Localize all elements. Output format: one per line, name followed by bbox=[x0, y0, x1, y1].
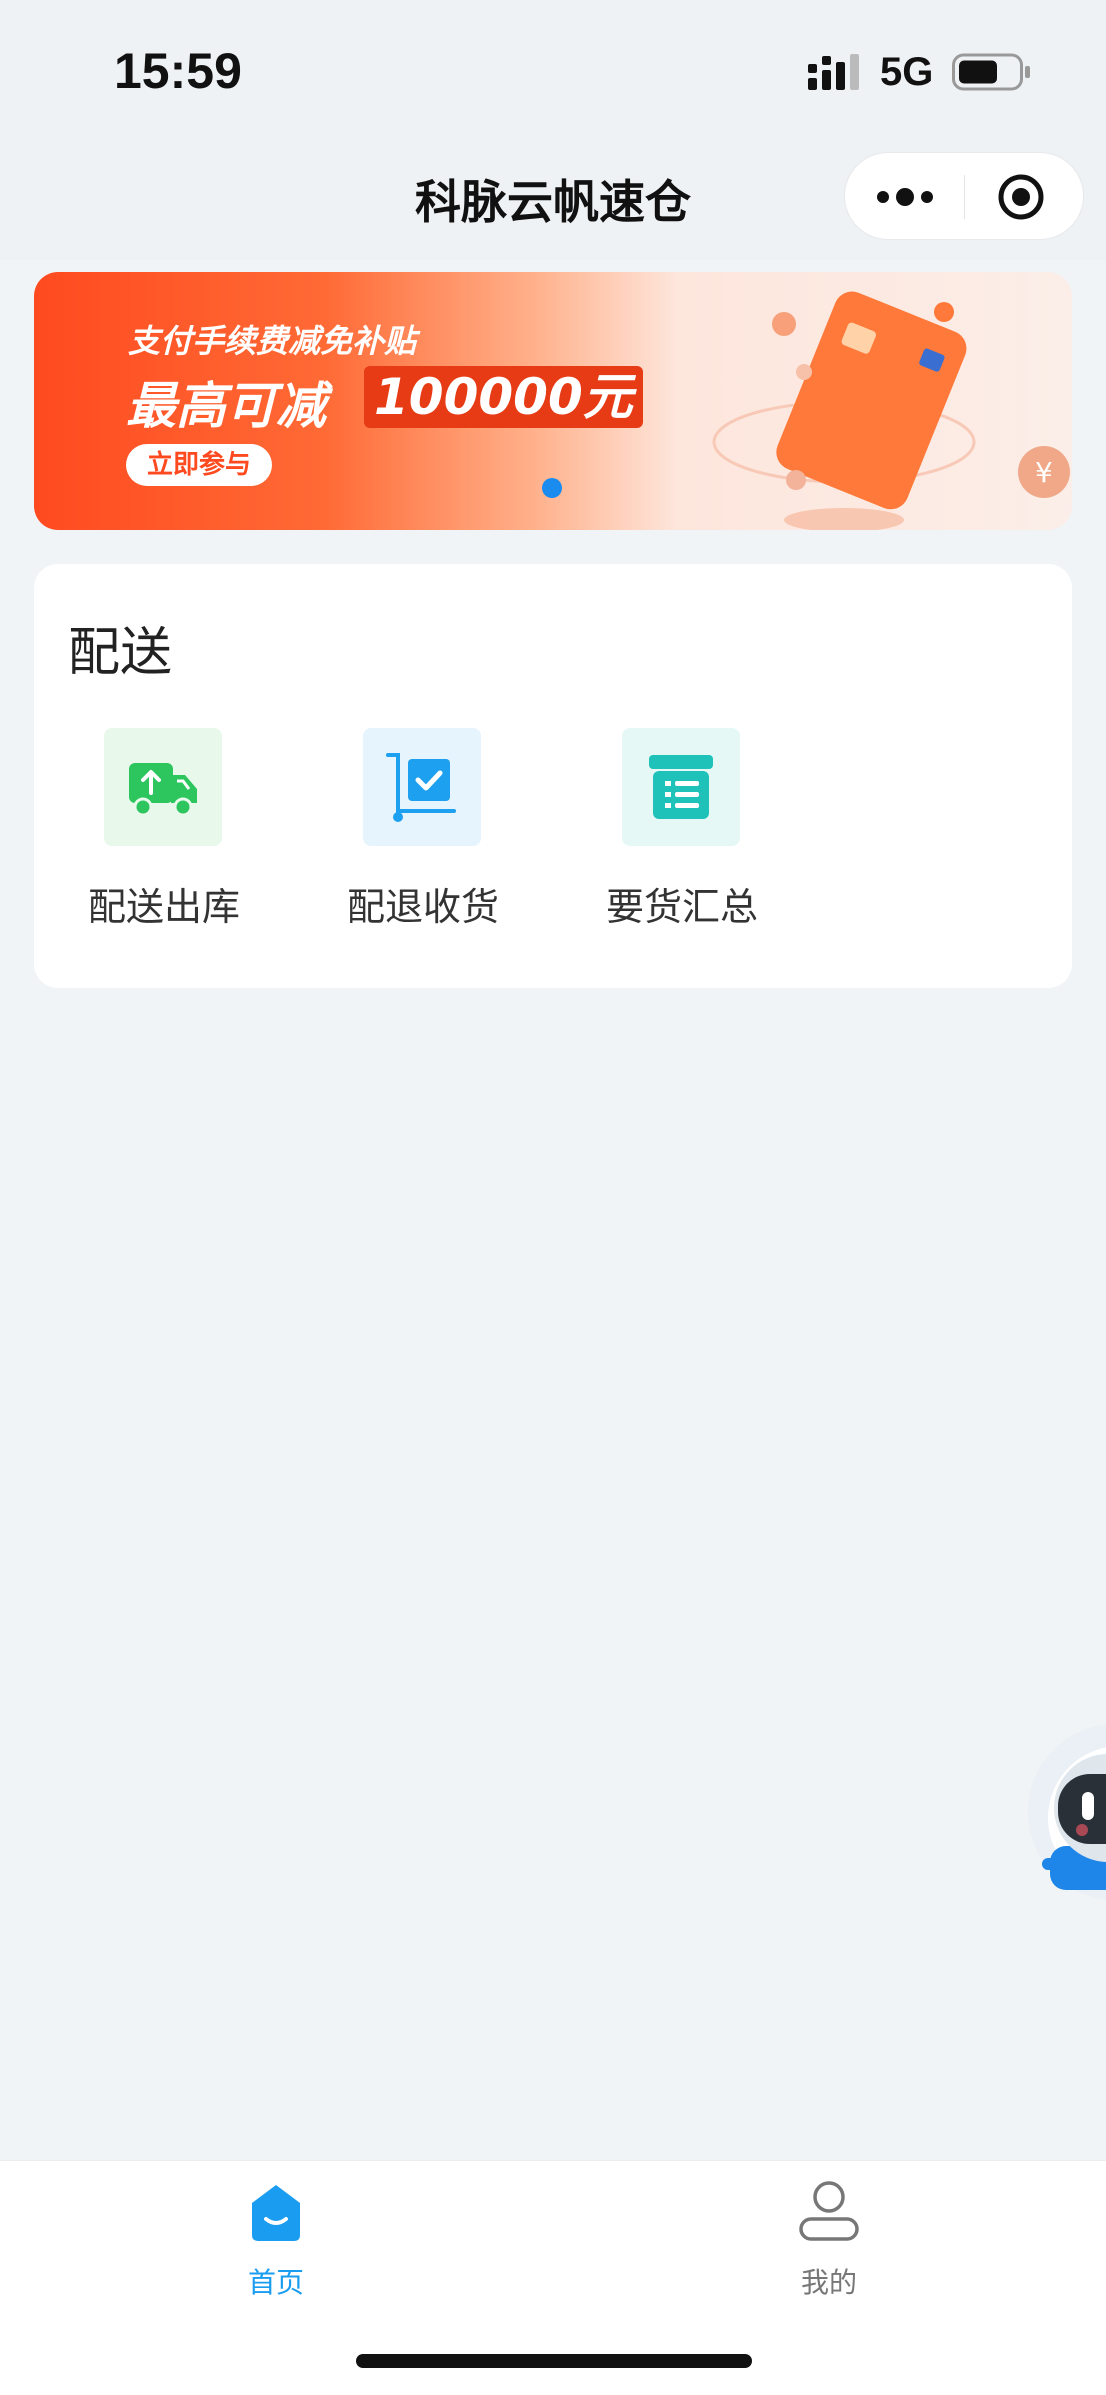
signal-icon bbox=[808, 54, 859, 90]
grid-item-return-receipt[interactable]: 配退收货 bbox=[323, 728, 523, 948]
robot-assistant-icon[interactable] bbox=[1020, 1722, 1106, 1902]
carousel-indicator-dot[interactable] bbox=[542, 478, 562, 498]
grid-item-delivery-outbound[interactable]: 配送出库 bbox=[64, 728, 264, 948]
box-list-icon bbox=[649, 755, 713, 819]
network-label: 5G bbox=[880, 50, 934, 94]
svg-text:¥: ¥ bbox=[1035, 456, 1053, 489]
banner-subheadline: 最高可减 bbox=[126, 377, 326, 435]
banner-amount: 100000元 bbox=[364, 366, 643, 428]
status-bar: 15:59 5G bbox=[0, 0, 1106, 140]
status-time: 15:59 bbox=[114, 43, 242, 99]
capsule-divider bbox=[964, 175, 965, 219]
close-target-icon[interactable] bbox=[997, 173, 1045, 221]
navigation-bar: 科脉云帆速仓 bbox=[0, 140, 1106, 260]
tab-label: 首页 bbox=[247, 2266, 304, 2299]
more-icon[interactable] bbox=[875, 183, 935, 211]
home-icon bbox=[252, 2185, 300, 2241]
icon-box bbox=[104, 728, 222, 846]
tab-label: 我的 bbox=[800, 2266, 857, 2299]
section-title: 配送 bbox=[68, 623, 173, 683]
truck-upload-icon bbox=[129, 763, 197, 817]
promo-banner[interactable]: 支付手续费减免补贴 最高可减 100000元 立即参与 ¥ bbox=[34, 272, 1072, 530]
cart-check-icon bbox=[386, 753, 456, 822]
credit-card-illustration-icon: ¥ bbox=[712, 291, 1070, 530]
icon-box bbox=[363, 728, 481, 846]
battery-icon bbox=[952, 53, 1030, 91]
user-icon bbox=[799, 2181, 859, 2241]
icon-box bbox=[622, 728, 740, 846]
grid-item-request-summary[interactable]: 要货汇总 bbox=[582, 728, 782, 948]
tab-home[interactable]: 首页 bbox=[176, 2179, 376, 2299]
grid-item-label: 配退收货 bbox=[346, 885, 499, 929]
tab-mine[interactable]: 我的 bbox=[729, 2179, 929, 2299]
mini-program-capsule bbox=[844, 152, 1084, 240]
banner-headline: 支付手续费减免补贴 bbox=[128, 322, 417, 360]
grid-item-label: 要货汇总 bbox=[605, 885, 758, 929]
grid-item-label: 配送出库 bbox=[87, 885, 240, 929]
home-indicator bbox=[356, 2354, 752, 2368]
banner-join-button[interactable]: 立即参与 bbox=[126, 444, 272, 486]
delivery-card: 配送 配送出库 配退收货 要货汇总 bbox=[34, 564, 1072, 988]
